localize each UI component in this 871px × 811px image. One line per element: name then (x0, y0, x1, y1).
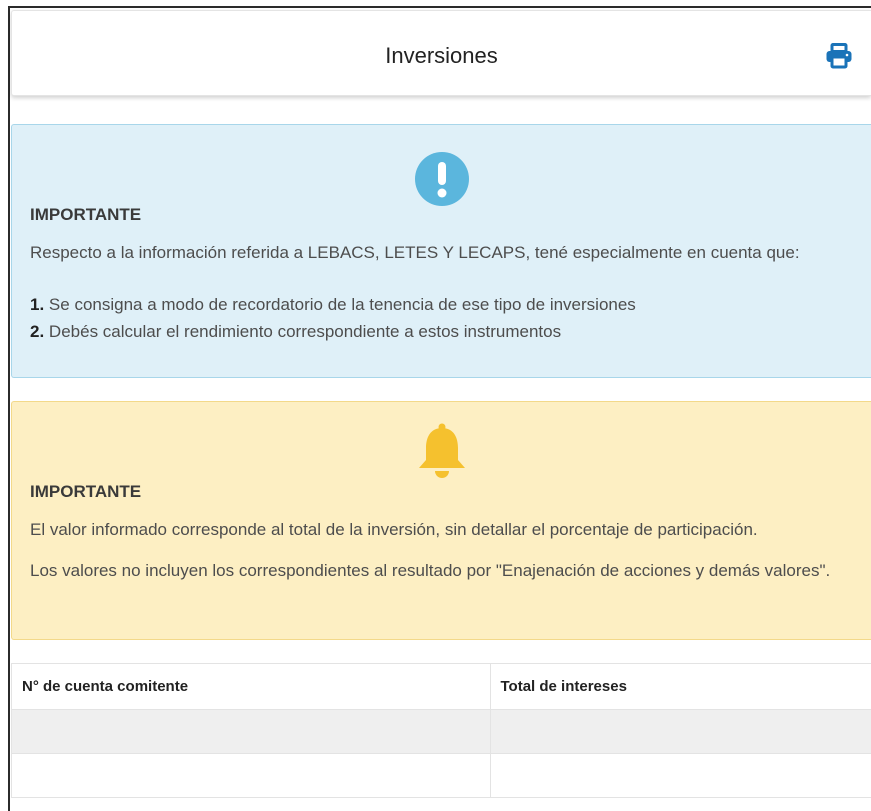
list-item-number: 2. (30, 322, 45, 341)
print-button[interactable] (825, 43, 853, 69)
table-row (12, 709, 871, 754)
warning-alert-heading: IMPORTANTE (30, 482, 142, 501)
info-alert-list: 1. Se consigna a modo de recordatorio de… (30, 291, 850, 345)
table-cell-total-interest (490, 709, 871, 754)
table-cell-account (12, 709, 491, 754)
info-alert-intro: Respecto a la información referida a LEB… (30, 243, 800, 262)
table-row (12, 753, 871, 798)
column-header-account: N° de cuenta comitente (12, 664, 491, 710)
list-item: 1. Se consigna a modo de recordatorio de… (30, 291, 850, 318)
info-alert-heading: IMPORTANTE (30, 205, 142, 224)
warning-alert: IMPORTANTE El valor informado correspond… (11, 401, 871, 640)
page-title: Inversiones (385, 43, 498, 68)
warning-alert-paragraph-2: Los valores no incluyen los correspondie… (30, 561, 831, 580)
table-header-row: N° de cuenta comitente Total de interese… (12, 664, 871, 710)
table-cell-total-interest (490, 753, 871, 798)
page-header: Inversiones (11, 10, 871, 96)
investments-table: N° de cuenta comitente Total de interese… (11, 663, 871, 798)
exclamation-circle-icon (414, 152, 469, 206)
bell-icon (418, 423, 465, 478)
list-item-text: Se consigna a modo de recordatorio de la… (48, 295, 636, 314)
column-header-total-interest: Total de intereses (490, 664, 871, 710)
list-item-text: Debés calcular el rendimiento correspond… (48, 322, 562, 341)
list-item: 2. Debés calcular el rendimiento corresp… (30, 318, 850, 345)
print-icon (826, 43, 852, 69)
table-cell-account (12, 753, 491, 798)
info-alert: IMPORTANTE Respecto a la información ref… (11, 124, 871, 378)
list-item-number: 1. (30, 295, 45, 314)
warning-alert-paragraph-1: El valor informado corresponde al total … (30, 520, 758, 539)
